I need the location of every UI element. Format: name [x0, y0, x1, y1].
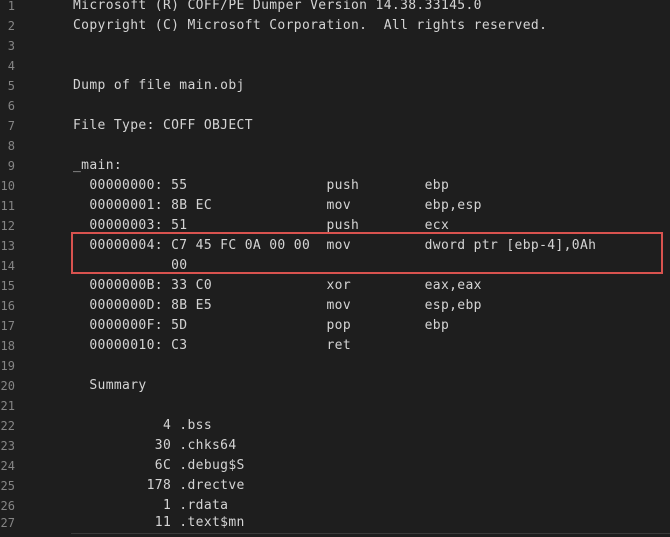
code-line: 20 Summary — [0, 376, 670, 396]
divider — [71, 533, 670, 534]
code-line: 25 178 .drectve — [0, 476, 670, 496]
line-number: 8 — [7, 139, 15, 153]
line-number: 27 — [0, 516, 15, 530]
line-text: 0000000F: 5D pop ebp — [73, 318, 450, 333]
line-number: 1 — [7, 0, 15, 13]
line-text: 178 .drectve — [73, 478, 245, 493]
line-number: 18 — [0, 339, 15, 353]
code-line: 8 — [0, 136, 670, 156]
line-text: 00000000: 55 push ebp — [73, 178, 450, 193]
code-editor[interactable]: 1 Microsoft (R) COFF/PE Dumper Version 14… — [0, 0, 670, 537]
code-line: 6 — [0, 96, 670, 116]
line-number: 5 — [7, 79, 15, 93]
line-text: Microsoft (R) COFF/PE Dumper Version 14.… — [73, 0, 482, 13]
line-text: Copyright (C) Microsoft Corporation. All… — [73, 18, 548, 33]
line-text: 4 .bss — [73, 418, 213, 433]
line-number: 6 — [7, 99, 15, 113]
line-text: 30 .chks64 — [73, 438, 237, 453]
line-number: 17 — [0, 319, 15, 333]
code-line: 22 4 .bss — [0, 416, 670, 436]
code-line: 5 Dump of file main.obj — [0, 76, 670, 96]
line-number: 14 — [0, 259, 15, 273]
line-number: 20 — [0, 379, 15, 393]
code-line: 9 _main: — [0, 156, 670, 176]
code-line: 16 0000000D: 8B E5 mov esp,ebp — [0, 296, 670, 316]
line-number: 4 — [7, 59, 15, 73]
line-number: 2 — [7, 19, 15, 33]
code-line: 10 00000000: 55 push ebp — [0, 176, 670, 196]
code-line: 12 00000003: 51 push ecx — [0, 216, 670, 236]
line-text: 00000003: 51 push ecx — [73, 218, 450, 233]
line-number: 3 — [7, 39, 15, 53]
line-number: 13 — [0, 239, 15, 253]
code-line: 3 — [0, 36, 670, 56]
line-text: _main: — [73, 158, 123, 173]
line-number: 21 — [0, 399, 15, 413]
line-number: 23 — [0, 439, 15, 453]
code-line: 1 Microsoft (R) COFF/PE Dumper Version 14… — [0, 0, 670, 16]
code-line: 18 00000010: C3 ret — [0, 336, 670, 356]
code-line: 27 11 .text$mn — [0, 513, 670, 533]
line-text: 0000000D: 8B E5 mov esp,ebp — [73, 298, 482, 313]
line-number: 11 — [0, 199, 15, 213]
line-text: 11 .text$mn — [73, 515, 245, 530]
line-text: 00000004: C7 45 FC 0A 00 00 mov dword pt… — [73, 238, 597, 253]
line-number: 19 — [0, 359, 15, 373]
line-number: 24 — [0, 459, 15, 473]
line-text: 0000000B: 33 C0 xor eax,eax — [73, 278, 482, 293]
line-number: 9 — [7, 159, 15, 173]
line-number: 10 — [0, 179, 15, 193]
line-text: 6C .debug$S — [73, 458, 245, 473]
code-line: 7 File Type: COFF OBJECT — [0, 116, 670, 136]
line-text: 00000010: C3 ret — [73, 338, 352, 353]
code-line: 11 00000001: 8B EC mov ebp,esp — [0, 196, 670, 216]
line-text: 00 — [73, 258, 188, 273]
code-line: 13 00000004: C7 45 FC 0A 00 00 mov dword… — [0, 236, 670, 256]
line-number: 12 — [0, 219, 15, 233]
line-number: 22 — [0, 419, 15, 433]
code-line: 14 00 — [0, 256, 670, 276]
line-number: 15 — [0, 279, 15, 293]
code-line: 17 0000000F: 5D pop ebp — [0, 316, 670, 336]
code-line: 24 6C .debug$S — [0, 456, 670, 476]
line-text: 00000001: 8B EC mov ebp,esp — [73, 198, 482, 213]
line-number: 16 — [0, 299, 15, 313]
code-line: 4 — [0, 56, 670, 76]
line-text: File Type: COFF OBJECT — [73, 118, 253, 133]
line-text: Summary — [73, 378, 147, 393]
code-line: 19 — [0, 356, 670, 376]
code-line: 23 30 .chks64 — [0, 436, 670, 456]
code-line: 2 Copyright (C) Microsoft Corporation. Al… — [0, 16, 670, 36]
code-line: 21 — [0, 396, 670, 416]
line-text: Dump of file main.obj — [73, 78, 245, 93]
line-number: 7 — [7, 119, 15, 133]
code-line: 15 0000000B: 33 C0 xor eax,eax — [0, 276, 670, 296]
line-number: 25 — [0, 479, 15, 493]
